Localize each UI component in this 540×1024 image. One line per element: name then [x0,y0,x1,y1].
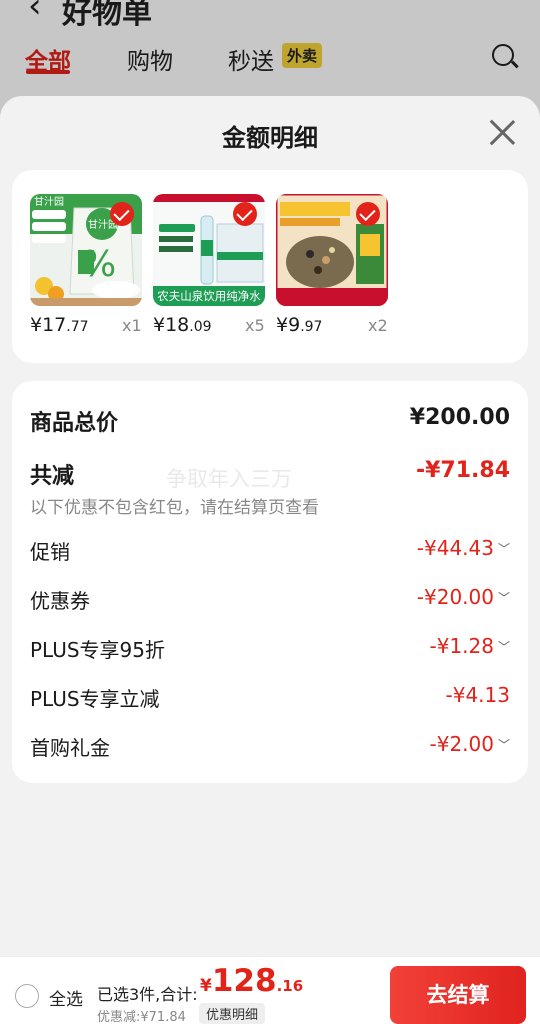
product-quantity: x2 [368,316,388,335]
select-all-radio[interactable] [15,984,39,1008]
product-image-caption: 农夫山泉饮用纯净水 [157,289,261,303]
goods-total-value: ¥200.00 [409,405,510,430]
chevron-down-icon[interactable]: ﹀ [498,736,510,753]
discount-summary: 优惠减:¥71.84 [97,1010,186,1024]
discount-value: -¥2.00 ﹀ [429,732,511,756]
product-quantity: x5 [245,316,265,335]
checkout-bar: 全选 已选3件,合计: ¥128.16 优惠减:¥71.84 优惠明细 去结算 [0,956,540,1024]
selected-check-icon[interactable] [233,202,257,226]
total-price: ¥128.16 [200,963,304,999]
discount-value: -¥44.43 ﹀ [416,536,510,560]
discount-label: 优惠券 [30,589,90,613]
select-all-label[interactable]: 全选 [49,985,83,1010]
discount-value: -¥4.13 [445,683,510,707]
discount-value: -¥20.00 ﹀ [416,585,510,609]
sheet-title: 金额明细 [222,124,318,152]
chevron-down-icon[interactable]: ﹀ [498,589,510,606]
goods-total-label: 商品总价 [30,411,119,436]
discount-label: 促销 [30,540,70,564]
discount-note: 以下优惠不包含红包，请在结算页查看 [30,498,319,518]
amount-breakdown-card: 争取年入三万 商品总价 ¥200.00 共减 -¥71.84 以下优惠不包含红包… [12,381,528,783]
discount-detail-button[interactable]: 优惠明细 [199,1003,266,1024]
selected-check-icon[interactable] [110,202,134,226]
discount-label: PLUS专享立减 [30,687,160,711]
product-quantity: x1 [122,316,142,335]
product-list-card: 甘汁园 甘汁园 % ¥17.77 x1 农夫山泉饮用纯净水 ¥18.09 x5 … [12,170,528,363]
watermark-text: 争取年入三万 [166,467,292,491]
total-reduction-value: -¥71.84 [415,458,510,483]
chevron-down-icon[interactable]: ﹀ [498,540,510,557]
discount-label: PLUS专享95折 [30,638,165,662]
discount-label: 首购礼金 [30,736,110,760]
checkout-button[interactable]: 去结算 [390,966,526,1024]
chevron-down-icon[interactable]: ﹀ [498,638,510,655]
product-price: ¥9.97 [276,314,323,336]
svg-text:甘汁园: 甘汁园 [34,195,64,208]
product-price: ¥18.09 [153,314,212,336]
selected-check-icon[interactable] [356,202,380,226]
total-reduction-label: 共减 [30,464,75,489]
amount-detail-sheet: 金额明细 甘汁园 甘汁园 % ¥17.77 x1 农夫山泉饮用纯净水 ¥18.0… [0,96,540,956]
product-price: ¥17.77 [30,314,89,336]
discount-value: -¥1.28 ﹀ [429,634,511,658]
selected-count-text: 已选3件,合计: [97,985,198,1004]
close-icon[interactable] [488,118,516,146]
